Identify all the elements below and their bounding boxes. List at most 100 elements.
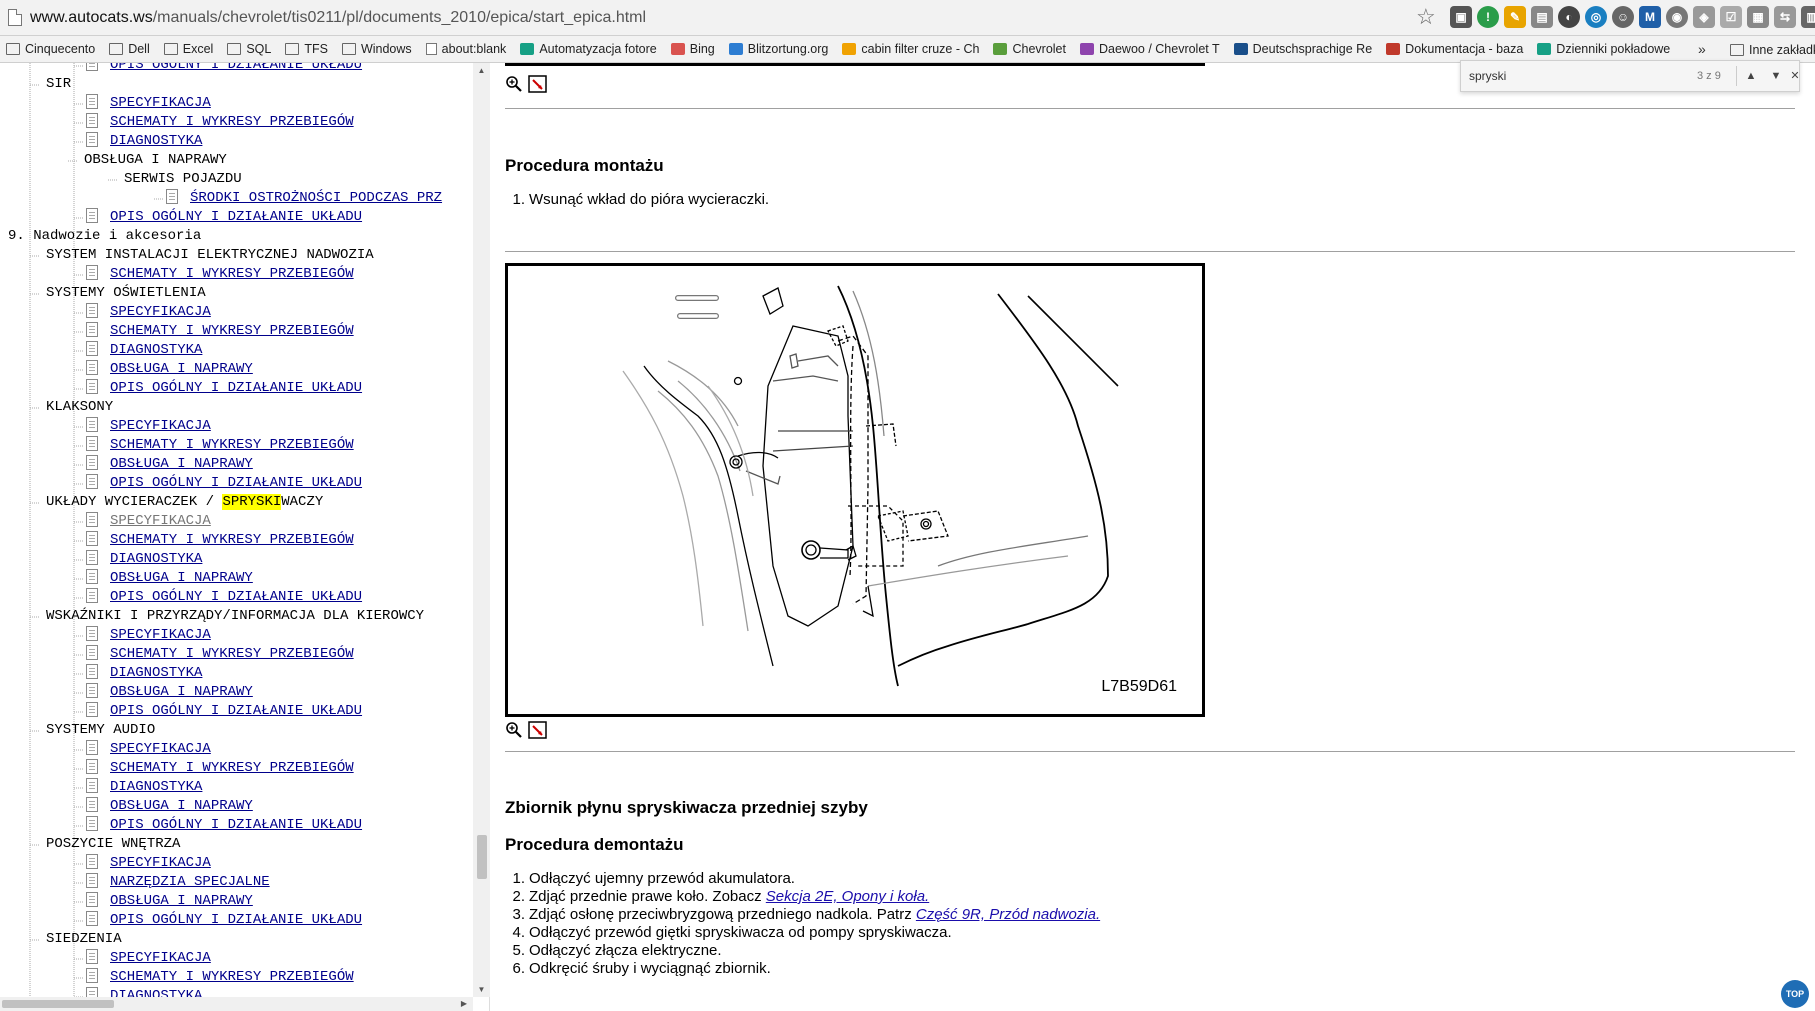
tree-link-item[interactable]: SCHEMATY I WYKRESY PRZEBIEGÓW bbox=[86, 645, 354, 664]
extension-icon[interactable]: M bbox=[1639, 6, 1661, 28]
extension-icon[interactable]: ◐ bbox=[1558, 6, 1580, 28]
find-close-button[interactable]: ✕ bbox=[1789, 65, 1801, 87]
tree-folder-item[interactable]: SERWIS POJAZDU bbox=[124, 170, 242, 189]
tree-link[interactable]: SCHEMATY I WYKRESY PRZEBIEGÓW bbox=[110, 969, 354, 985]
tree-link-item[interactable]: OPIS OGÓLNY I DZIAŁANIE UKŁADU bbox=[86, 816, 362, 835]
tree-link[interactable]: SCHEMATY I WYKRESY PRZEBIEGÓW bbox=[110, 646, 354, 662]
tree-link[interactable]: OPIS OGÓLNY I DZIAŁANIE UKŁADU bbox=[110, 817, 362, 833]
tree-link-item[interactable]: SCHEMATY I WYKRESY PRZEBIEGÓW bbox=[86, 968, 354, 987]
bookmark-item[interactable]: cabin filter cruze - Ch bbox=[842, 42, 979, 56]
address-bar[interactable]: www.autocats.ws/manuals/chevrolet/tis021… bbox=[0, 0, 1815, 36]
tree-link-item[interactable]: NARZĘDZIA SPECJALNE bbox=[86, 873, 270, 892]
find-input[interactable] bbox=[1467, 65, 1732, 87]
tree-link-item[interactable]: SPECYFIKACJA bbox=[86, 854, 211, 873]
tree-link[interactable]: SCHEMATY I WYKRESY PRZEBIEGÓW bbox=[110, 114, 354, 130]
extension-icon[interactable]: ⇆ bbox=[1774, 6, 1796, 28]
tree-link[interactable]: SCHEMATY I WYKRESY PRZEBIEGÓW bbox=[110, 532, 354, 548]
tree-link-item[interactable]: SPECYFIKACJA bbox=[86, 303, 211, 322]
zoom-in-icon[interactable] bbox=[505, 75, 523, 93]
tree-link-item[interactable]: OPIS OGÓLNY I DZIAŁANIE UKŁADU bbox=[86, 63, 362, 75]
more-bookmarks-chevron-icon[interactable]: » bbox=[1698, 36, 1706, 62]
tree-link[interactable]: SCHEMATY I WYKRESY PRZEBIEGÓW bbox=[110, 323, 354, 339]
tree-folder-item[interactable]: SIEDZENIA bbox=[46, 930, 122, 949]
scrollbar-thumb[interactable] bbox=[2, 1000, 114, 1008]
view-image-icon[interactable] bbox=[528, 75, 548, 93]
extension-icon[interactable]: ☺ bbox=[1612, 6, 1634, 28]
tree-link-item[interactable]: OPIS OGÓLNY I DZIAŁANIE UKŁADU bbox=[86, 588, 362, 607]
tree-link-item[interactable]: OPIS OGÓLNY I DZIAŁANIE UKŁADU bbox=[86, 474, 362, 493]
extension-icon[interactable]: ◉ bbox=[1666, 6, 1688, 28]
view-image-icon[interactable] bbox=[528, 721, 548, 739]
tree-link-item[interactable]: SCHEMATY I WYKRESY PRZEBIEGÓW bbox=[86, 436, 354, 455]
bookmark-star-icon[interactable]: ☆ bbox=[1416, 4, 1436, 30]
url-text[interactable]: www.autocats.ws/manuals/chevrolet/tis021… bbox=[30, 9, 646, 27]
tree-link-item[interactable]: DIAGNOSTYKA bbox=[86, 778, 202, 797]
cross-reference-link[interactable]: Część 9R, Przód nadwozia. bbox=[916, 906, 1100, 923]
tree-link[interactable]: SPECYFIKACJA bbox=[110, 95, 211, 111]
tree-link[interactable]: DIAGNOSTYKA bbox=[110, 133, 202, 149]
tree-vertical-scrollbar[interactable]: ▲ ▼ bbox=[473, 63, 490, 997]
tree-folder-item[interactable]: SYSTEMY AUDIO bbox=[46, 721, 155, 740]
tree-link-item[interactable]: OBSŁUGA I NAPRAWY bbox=[86, 360, 253, 379]
extension-icon[interactable]: ▦ bbox=[1747, 6, 1769, 28]
tree-link[interactable]: OPIS OGÓLNY I DZIAŁANIE UKŁADU bbox=[110, 703, 362, 719]
tree-link-item[interactable]: SPECYFIKACJA bbox=[86, 949, 211, 968]
find-previous-button[interactable]: ▲ bbox=[1739, 65, 1763, 87]
tree-link-item[interactable]: SPECYFIKACJA bbox=[86, 417, 211, 436]
tree-horizontal-scrollbar[interactable]: ▶ bbox=[0, 997, 473, 1011]
bookmark-item[interactable]: Daewoo / Chevrolet T bbox=[1079, 42, 1220, 56]
extension-icon[interactable]: ◈ bbox=[1693, 6, 1715, 28]
tree-link[interactable]: SCHEMATY I WYKRESY PRZEBIEGÓW bbox=[110, 437, 354, 453]
find-next-button[interactable]: ▼ bbox=[1764, 65, 1788, 87]
tree-link[interactable]: NARZĘDZIA SPECJALNE bbox=[110, 874, 270, 890]
extension-icon[interactable]: ▤ bbox=[1531, 6, 1553, 28]
extension-icon[interactable]: ▣ bbox=[1450, 6, 1472, 28]
scroll-down-arrow-icon[interactable]: ▼ bbox=[473, 982, 490, 997]
zoom-in-icon[interactable] bbox=[505, 721, 523, 739]
tree-link[interactable]: SPECYFIKACJA bbox=[110, 304, 211, 320]
tree-link-item[interactable]: OPIS OGÓLNY I DZIAŁANIE UKŁADU bbox=[86, 208, 362, 227]
tree-link[interactable]: DIAGNOSTYKA bbox=[110, 665, 202, 681]
tree-link[interactable]: OPIS OGÓLNY I DZIAŁANIE UKŁADU bbox=[110, 589, 362, 605]
bookmark-item[interactable]: Blitzortung.org bbox=[728, 42, 828, 56]
tree-link[interactable]: SPECYFIKACJA bbox=[110, 418, 211, 434]
tree-link-item[interactable]: SPECYFIKACJA bbox=[86, 740, 211, 759]
tree-link-item[interactable]: OPIS OGÓLNY I DZIAŁANIE UKŁADU bbox=[86, 911, 362, 930]
tree-folder-item[interactable]: WSKAŹNIKI I PRZYRZĄDY/INFORMACJA DLA KIE… bbox=[46, 607, 424, 626]
tree-link[interactable]: OBSŁUGA I NAPRAWY bbox=[110, 684, 253, 700]
tree-link[interactable]: DIAGNOSTYKA bbox=[110, 779, 202, 795]
tree-link-item[interactable]: OPIS OGÓLNY I DZIAŁANIE UKŁADU bbox=[86, 379, 362, 398]
tree-folder-item[interactable]: 9. Nadwozie i akcesoria bbox=[8, 227, 201, 246]
tree-link-item[interactable]: OBSŁUGA I NAPRAWY bbox=[86, 797, 253, 816]
tree-link-item[interactable]: OPIS OGÓLNY I DZIAŁANIE UKŁADU bbox=[86, 702, 362, 721]
back-to-top-button[interactable]: TOP bbox=[1781, 980, 1809, 1008]
extension-icon[interactable]: ! bbox=[1477, 6, 1499, 28]
bookmark-item[interactable]: TFS bbox=[285, 42, 328, 56]
bookmark-item[interactable]: Automatyzacja fotore bbox=[520, 42, 657, 56]
tree-folder-item[interactable]: SIR bbox=[46, 75, 71, 94]
tree-link[interactable]: SPECYFIKACJA bbox=[110, 950, 211, 966]
tree-link-item[interactable]: SPECYFIKACJA bbox=[86, 626, 211, 645]
scrollbar-thumb[interactable] bbox=[477, 835, 487, 879]
extension-icon[interactable]: ◎ bbox=[1585, 6, 1607, 28]
tree-link-item[interactable]: OBSŁUGA I NAPRAWY bbox=[86, 569, 253, 588]
scroll-up-arrow-icon[interactable]: ▲ bbox=[473, 63, 490, 78]
bookmark-item[interactable]: Dell bbox=[109, 42, 150, 56]
tree-link[interactable]: OBSŁUGA I NAPRAWY bbox=[110, 456, 253, 472]
tree-link[interactable]: DIAGNOSTYKA bbox=[110, 551, 202, 567]
bookmark-item[interactable]: Deutschsprachige Re bbox=[1233, 42, 1372, 56]
tree-link-item[interactable]: SCHEMATY I WYKRESY PRZEBIEGÓW bbox=[86, 759, 354, 778]
bookmark-item[interactable]: Dzienniki pokładowe bbox=[1537, 42, 1670, 56]
tree-link-item[interactable]: OBSŁUGA I NAPRAWY bbox=[86, 892, 253, 911]
other-bookmarks-folder[interactable]: Inne zakładk bbox=[1730, 36, 1815, 62]
bookmark-item[interactable]: Chevrolet bbox=[993, 42, 1066, 56]
tree-folder-item[interactable]: UKŁADY WYCIERACZEK / SPRYSKIWACZY bbox=[46, 493, 323, 512]
tree-link[interactable]: OPIS OGÓLNY I DZIAŁANIE UKŁADU bbox=[110, 63, 362, 73]
tree-link[interactable]: OBSŁUGA I NAPRAWY bbox=[110, 893, 253, 909]
tree-folder-item[interactable]: SYSTEMY OŚWIETLENIA bbox=[46, 284, 206, 303]
bookmark-item[interactable]: Cinquecento bbox=[6, 42, 95, 56]
tree-link-item[interactable]: DIAGNOSTYKA bbox=[86, 341, 202, 360]
tree-link-item[interactable]: ŚRODKI OSTROŻNOŚCI PODCZAS PRZ bbox=[166, 189, 442, 208]
tree-link-item[interactable]: SCHEMATY I WYKRESY PRZEBIEGÓW bbox=[86, 531, 354, 550]
tree-folder-item[interactable]: KLAKSONY bbox=[46, 398, 113, 417]
